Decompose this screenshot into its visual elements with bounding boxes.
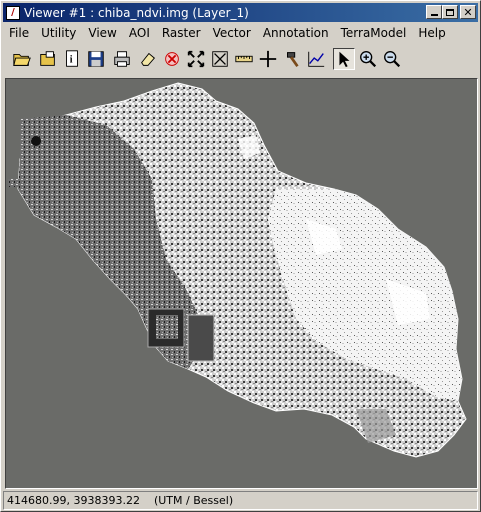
maximize-button[interactable] (442, 5, 458, 19)
menu-bar: File Utility View AOI Raster Vector Annotation… (3, 23, 478, 42)
eraser-icon (141, 52, 156, 66)
window-title: Viewer #1 : chiba_ndvi.img (Layer_1) (24, 5, 249, 20)
menu-vector[interactable]: Vector (207, 26, 257, 40)
title-bar[interactable]: / Viewer #1 : chiba_ndvi.img (Layer_1) ✕ (3, 3, 478, 22)
info-icon: i (66, 50, 78, 67)
crosshair-tool-button[interactable] (257, 48, 279, 70)
menu-utility[interactable]: Utility (35, 26, 82, 40)
hammer-tool-button[interactable] (281, 48, 303, 70)
info-tool-button[interactable]: i (61, 48, 83, 70)
select-arrow-tool-button[interactable] (333, 48, 355, 70)
profile-tool-button[interactable] (305, 48, 327, 70)
open-folder-icon (13, 54, 31, 66)
measure-tool-button[interactable] (233, 48, 255, 70)
menu-file[interactable]: File (3, 26, 35, 40)
menu-annotation[interactable]: Annotation (257, 26, 335, 40)
fit-window-icon (212, 51, 228, 67)
zoom-to-fit-icon (187, 50, 205, 68)
save-icon (88, 51, 104, 67)
menu-terramodel[interactable]: TerraModel (335, 26, 413, 40)
fit-window-tool-button[interactable] (209, 48, 231, 70)
crosshair-icon (259, 50, 277, 68)
clear-view-icon (165, 52, 179, 66)
menu-help[interactable]: Help (412, 26, 451, 40)
viewer-window: / Viewer #1 : chiba_ndvi.img (Layer_1) ✕… (0, 0, 481, 512)
measure-icon (235, 55, 253, 63)
zoom-in-icon (360, 51, 377, 68)
close-icon: ✕ (463, 5, 473, 19)
zoom-in-tool-button[interactable] (357, 48, 379, 70)
hammer-icon (287, 52, 299, 68)
select-arrow-icon (339, 51, 350, 68)
cursor-coordinates: 414680.99, 3938393.22 (7, 494, 140, 507)
maximize-icon (446, 8, 454, 16)
eraser-tool-button[interactable] (137, 48, 159, 70)
zoom-out-icon (384, 51, 401, 68)
svg-text:i: i (70, 55, 73, 66)
open-layer-tool-button[interactable] (37, 48, 59, 70)
menu-raster[interactable]: Raster (156, 26, 207, 40)
save-tool-button[interactable] (85, 48, 107, 70)
clear-view-tool-button[interactable] (161, 48, 183, 70)
status-bar: 414680.99, 3938393.22 (UTM / Bessel) (3, 491, 478, 510)
open-layer-icon (40, 51, 55, 66)
image-viewer-canvas[interactable] (5, 78, 478, 489)
print-icon (114, 51, 130, 67)
print-tool-button[interactable] (111, 48, 133, 70)
zoom-out-tool-button[interactable] (381, 48, 403, 70)
menu-aoi[interactable]: AOI (123, 26, 156, 40)
profile-icon (308, 51, 325, 67)
close-button[interactable]: ✕ (460, 5, 476, 19)
menu-view[interactable]: View (82, 26, 122, 40)
zoom-to-fit-tool-button[interactable] (185, 48, 207, 70)
toolbar: i (3, 45, 478, 75)
ndvi-raster-image[interactable] (6, 79, 477, 488)
imagine-viewer-icon: / (6, 5, 20, 20)
minimize-button[interactable] (426, 5, 442, 19)
minimize-icon (430, 14, 438, 16)
projection-label: (UTM / Bessel) (153, 494, 234, 507)
open-folder-tool-button[interactable] (11, 48, 33, 70)
